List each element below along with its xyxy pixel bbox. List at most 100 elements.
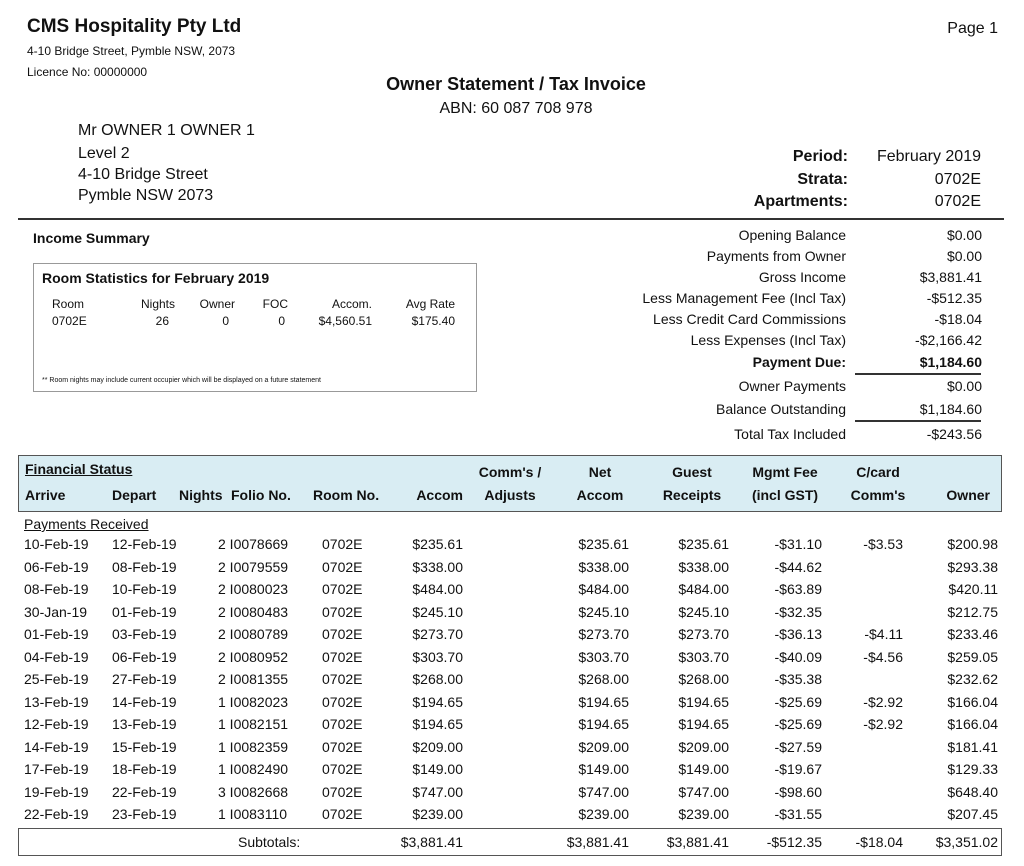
accom-cell: $239.00: [412, 806, 463, 822]
mgmt-fee-cell: -$44.62: [774, 558, 822, 575]
nights-folio-cell: 2 I0080023: [218, 581, 289, 597]
owner-cell: $420.11: [948, 581, 998, 597]
arrive-cell: 12-Feb-19: [24, 716, 89, 732]
room-cell: 0702E: [322, 783, 363, 800]
subtotal-net-accom: $3,881.41: [566, 834, 629, 850]
guest-receipts-cell: $194.65: [678, 716, 729, 732]
summary-value: -$2,166.42: [915, 332, 982, 348]
subtotal-owner: $3,351.02: [935, 834, 998, 850]
depart-cell: 27-Feb-19: [112, 671, 177, 687]
room-statistics-note: ** Room nights may include current occup…: [42, 377, 321, 384]
depart-cell: 12-Feb-19: [112, 536, 177, 552]
net-accom-cell: $268.00: [578, 671, 629, 687]
arrive-cell: 10-Feb-19: [24, 536, 89, 552]
room-cell: 0702E: [322, 648, 363, 665]
room-cell: 0702E: [322, 716, 363, 732]
period-label: Period:: [792, 148, 848, 165]
summary-label: Less Management Fee (Incl Tax): [642, 290, 846, 306]
owner-cell: $259.05: [947, 648, 998, 665]
col-net-accom: Accom: [576, 487, 624, 503]
accom-header: Accom.: [331, 297, 372, 311]
guest-receipts-cell: $235.61: [678, 536, 729, 552]
col-ccard-comms: Comm's: [850, 487, 906, 503]
guest-receipts-cell: $273.70: [678, 626, 729, 642]
recipient-name: Mr OWNER 1 OWNER 1: [78, 122, 255, 139]
mgmt-fee-cell: -$98.60: [774, 783, 822, 800]
col-folio: Folio No.: [231, 487, 291, 503]
payment-due-value: $1,184.60: [919, 354, 982, 370]
net-accom-cell: $194.65: [578, 716, 629, 732]
summary-label: Total Tax Included: [734, 426, 846, 442]
depart-cell: 23-Feb-19: [112, 806, 177, 822]
guest-receipts-cell: $209.00: [678, 738, 729, 755]
net-accom-cell: $194.65: [578, 693, 629, 710]
accom-cell: $338.00: [412, 558, 463, 575]
room-cell: 0702E: [322, 761, 363, 777]
arrive-cell: 01-Feb-19: [24, 626, 89, 642]
nights-folio-cell: 2 I0079559: [218, 558, 289, 575]
room-value: 0702E: [52, 314, 87, 328]
total-rule: [855, 373, 981, 375]
owner-header: Owner: [199, 297, 235, 311]
mgmt-fee-cell: -$19.67: [774, 761, 822, 777]
nights-folio-cell: 1 I0083110: [218, 806, 288, 822]
arrive-cell: 25-Feb-19: [24, 671, 89, 687]
col-accom: Accom: [416, 487, 463, 503]
summary-value: $0.00: [946, 227, 982, 243]
owner-cell: $293.38: [947, 558, 998, 575]
summary-value: $1,184.60: [919, 401, 982, 417]
accom-cell: $268.00: [412, 671, 463, 687]
owner-cell: $207.45: [947, 806, 998, 822]
payment-due-label: Payment Due:: [752, 354, 846, 370]
ccard-comms-cell: -$4.56: [863, 648, 903, 665]
net-accom-cell: $149.00: [578, 761, 629, 777]
col-comms: Adjusts: [484, 487, 536, 503]
summary-label: Opening Balance: [738, 227, 846, 243]
arrive-cell: 19-Feb-19: [24, 783, 89, 800]
mgmt-fee-cell: -$32.35: [774, 603, 822, 620]
ccard-comms-cell: -$3.53: [863, 536, 903, 552]
net-accom-cell: $235.61: [578, 536, 629, 552]
nights-folio-cell: 3 I0082668: [218, 783, 289, 800]
depart-cell: 06-Feb-19: [112, 648, 177, 665]
ccard-comms-cell: -$2.92: [863, 716, 903, 732]
mgmt-fee-cell: -$31.10: [774, 536, 822, 552]
owner-cell: $233.46: [947, 626, 998, 642]
apartments-label: Apartments:: [753, 193, 848, 210]
summary-label: Payments from Owner: [706, 248, 846, 264]
room-header: Room: [52, 297, 85, 311]
guest-receipts-cell: $268.00: [678, 671, 729, 687]
room-cell: 0702E: [322, 738, 363, 755]
nights-value: 26: [155, 314, 169, 328]
net-accom-cell: $273.70: [578, 626, 629, 642]
accom-cell: $484.00: [412, 581, 463, 597]
mgmt-fee-cell: -$63.89: [774, 581, 822, 597]
col-guest-receipts: Receipts: [662, 487, 722, 503]
arrive-cell: 06-Feb-19: [24, 558, 89, 575]
room-cell: 0702E: [322, 603, 363, 620]
summary-value: -$512.35: [926, 290, 982, 306]
owner-cell: $212.75: [947, 603, 998, 620]
nights-folio-cell: 1 I0082359: [218, 738, 289, 755]
owner-cell: $166.04: [947, 693, 998, 710]
depart-cell: 18-Feb-19: [112, 761, 177, 777]
financial-status-title: Financial Status: [25, 461, 133, 477]
accom-cell: $235.61: [412, 536, 463, 552]
room-cell: 0702E: [322, 558, 363, 575]
net-accom-cell: $484.00: [578, 581, 629, 597]
guest-receipts-cell: $747.00: [678, 783, 729, 800]
col-net-accom: Net: [588, 464, 612, 480]
period-value: February 2019: [876, 148, 981, 165]
room-statistics-title: Room Statistics for February 2019: [42, 270, 270, 286]
subtotal-row: [18, 828, 1002, 856]
owner-cell: $648.40: [947, 783, 998, 800]
depart-cell: 10-Feb-19: [112, 581, 177, 597]
foc-header: FOC: [262, 297, 288, 311]
accom-cell: $747.00: [412, 783, 463, 800]
arrive-cell: 17-Feb-19: [24, 761, 89, 777]
summary-label: Balance Outstanding: [716, 401, 846, 417]
summary-value: $0.00: [946, 378, 982, 394]
accom-cell: $149.00: [412, 761, 463, 777]
arrive-cell: 08-Feb-19: [24, 581, 89, 597]
avg-rate-header: Avg Rate: [405, 297, 455, 311]
